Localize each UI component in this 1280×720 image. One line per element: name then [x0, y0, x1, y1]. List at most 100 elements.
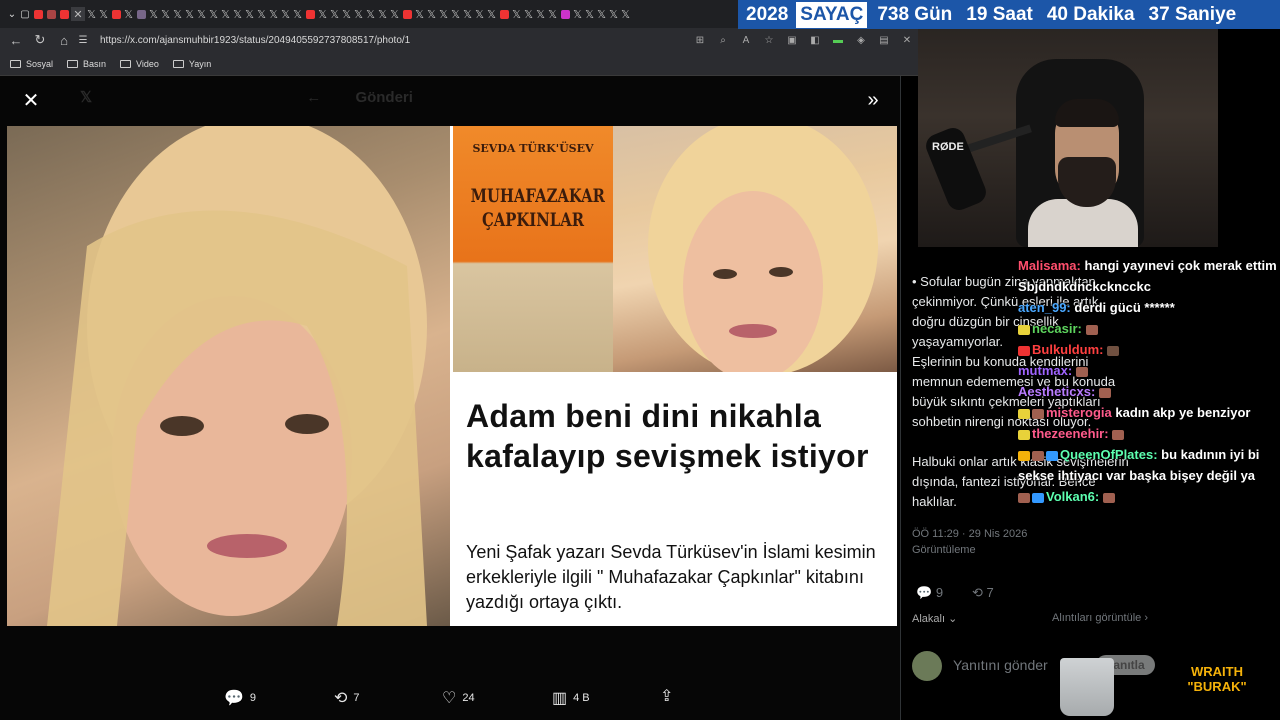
bookmark-folder-basin[interactable]: Basın [67, 59, 106, 69]
tab-x-icon[interactable]: 𝕏 [268, 7, 279, 21]
tab-favicon[interactable] [110, 8, 122, 20]
tab-x-icon[interactable]: 𝕏 [389, 7, 400, 21]
reply-input[interactable]: Yanıtını gönder [953, 657, 1048, 673]
bookmark-folder-sosyal[interactable]: Sosyal [10, 59, 53, 69]
tab-x-icon[interactable]: 𝕏 [98, 7, 109, 21]
tab-x-icon[interactable]: 𝕏 [450, 7, 461, 21]
tweet-reply-count[interactable]: 💬 9 [916, 585, 943, 601]
bookmark-label: Video [136, 58, 159, 69]
bookmark-folder-video[interactable]: Video [120, 59, 159, 69]
tab-favicon[interactable] [58, 8, 70, 20]
tab-x-icon[interactable]: 𝕏 [208, 7, 219, 21]
folder-icon [120, 59, 132, 68]
tab-x-icon[interactable]: 𝕏 [620, 7, 631, 21]
site-info-icon[interactable]: ☰ [76, 28, 90, 52]
tab-favicon[interactable] [45, 8, 57, 20]
chat-message: necasir: [1018, 318, 1280, 339]
tab-x-icon[interactable]: 𝕏 [608, 7, 619, 21]
tab-x-icon[interactable]: 𝕏 [148, 7, 159, 21]
tab-x-icon[interactable]: 𝕏 [232, 7, 243, 21]
tab-x-icon[interactable]: 𝕏 [196, 7, 207, 21]
tab-x-icon[interactable]: 𝕏 [584, 7, 595, 21]
tab-x-icon[interactable]: 𝕏 [596, 7, 607, 21]
extension-icon[interactable]: ▣ [785, 33, 799, 47]
zoom-icon[interactable]: ⌕ [716, 33, 730, 47]
tab-x-icon[interactable]: 𝕏 [523, 7, 534, 21]
url-field[interactable]: https://x.com/ajansmuhbir1923/status/204… [100, 35, 410, 46]
counter-minutes: 40 Dakika [1046, 3, 1135, 25]
tab-favicon[interactable] [498, 8, 510, 20]
tab-x-icon[interactable]: 𝕏 [474, 7, 485, 21]
tab-search-icon[interactable]: ⌄ [6, 8, 18, 20]
related-dropdown[interactable]: Alakalı ⌄ [912, 612, 957, 625]
tab-favicon[interactable] [401, 8, 413, 20]
tab-x-icon[interactable]: 𝕏 [438, 7, 449, 21]
tab-favicon[interactable] [32, 8, 44, 20]
reload-icon[interactable]: ↻ [28, 28, 52, 52]
tab-x-icon[interactable]: 𝕏 [547, 7, 558, 21]
news-subline: Yeni Şafak yazarı Sevda Türküsev'in İsla… [466, 542, 876, 612]
chat-text: Sbjdndkdnckckncckc [1018, 279, 1151, 294]
portrait-illustration [648, 126, 878, 381]
workspaces-icon[interactable]: ▢ [19, 8, 31, 20]
related-label: Alakalı [912, 613, 946, 625]
close-icon[interactable]: ✕ [20, 89, 42, 112]
back-arrow-icon[interactable]: ← [4, 28, 28, 52]
tab-x-icon[interactable]: 𝕏 [329, 7, 340, 21]
tab-x-icon[interactable]: 𝕏 [365, 7, 376, 21]
install-app-icon[interactable]: ⊞ [693, 33, 707, 47]
chat-badge-icon [1032, 492, 1044, 503]
read-aloud-icon[interactable]: A [739, 33, 753, 47]
close-icon[interactable]: ✕ [900, 33, 914, 47]
bookmark-folder-yayin[interactable]: Yayın [172, 59, 211, 69]
share-action[interactable]: ⇪ [660, 686, 673, 706]
extension-icon[interactable]: ◧ [808, 33, 822, 47]
like-action[interactable]: ♡ 24 [442, 688, 475, 708]
tab-x-icon[interactable]: 𝕏 [486, 7, 497, 21]
tab-x-icon[interactable]: 𝕏 [184, 7, 195, 21]
tab-x-icon[interactable]: 𝕏 [172, 7, 183, 21]
tab-x-icon[interactable]: 𝕏 [86, 7, 97, 21]
tab-x-icon[interactable]: 𝕏 [426, 7, 437, 21]
tab-favicon[interactable] [559, 8, 571, 20]
tab-x-icon[interactable]: 𝕏 [280, 7, 291, 21]
tab-favicon[interactable] [135, 8, 147, 20]
home-icon[interactable]: ⌂ [52, 28, 76, 52]
expand-panel-icon[interactable]: » [862, 89, 884, 111]
extension-icon[interactable]: ▤ [877, 33, 891, 47]
tab-x-icon[interactable]: 𝕏 [317, 7, 328, 21]
tab-favicon[interactable] [304, 8, 316, 20]
chat-username: necasir: [1032, 321, 1082, 336]
extension-icon[interactable]: ◈ [854, 33, 868, 47]
chat-message: aten_99: derdi gücü ****** [1018, 297, 1280, 318]
tab-x-icon[interactable]: 𝕏 [572, 7, 583, 21]
tab-x-icon[interactable]: 𝕏 [535, 7, 546, 21]
tweet-repost-count[interactable]: ⟲ 7 [972, 585, 994, 601]
tab-x-icon[interactable]: 𝕏 [160, 7, 171, 21]
emote-icon [1112, 429, 1125, 440]
chat-username: misterogia [1046, 405, 1112, 420]
extension-icon[interactable]: ▬ [831, 33, 845, 47]
tab-x-icon[interactable]: 𝕏 [377, 7, 388, 21]
chat-message: Volkan6: [1018, 486, 1280, 507]
tab-x-icon[interactable]: 𝕏 [220, 7, 231, 21]
chat-username: Aestheticxs: [1018, 384, 1096, 399]
tab-x-icon[interactable]: 𝕏 [292, 7, 303, 21]
bookmark-star-icon[interactable]: ☆ [762, 33, 776, 47]
tab-x-icon[interactable]: 𝕏 [256, 7, 267, 21]
emote-icon [1075, 366, 1088, 377]
tab-x-icon[interactable]: 𝕏 [462, 7, 473, 21]
webcam-overlay: RØDE [918, 29, 1218, 247]
tab-x-icon[interactable]: 𝕏 [511, 7, 522, 21]
tab-x-icon[interactable]: 𝕏 [353, 7, 364, 21]
tab-x-icon[interactable]: 𝕏 [244, 7, 255, 21]
tab-x-icon[interactable]: 𝕏 [123, 7, 134, 21]
active-tab-close-icon[interactable]: ✕ [71, 7, 85, 21]
tab-x-icon[interactable]: 𝕏 [414, 7, 425, 21]
reply-icon: 💬 [224, 690, 244, 707]
reply-action[interactable]: 💬 9 [224, 688, 256, 708]
tab-x-icon[interactable]: 𝕏 [341, 7, 352, 21]
repost-action[interactable]: ⟲ 7 [334, 688, 360, 708]
streamer-hair [1055, 99, 1119, 127]
views-action[interactable]: ▥ 4 B [552, 688, 590, 708]
